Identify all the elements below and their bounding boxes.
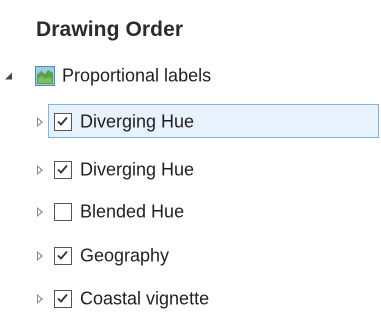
layer-row[interactable]: Geography — [0, 238, 381, 274]
layer-row[interactable]: Blended Hue — [0, 194, 381, 230]
expand-arrow-icon[interactable] — [37, 207, 43, 217]
map-name-label: Proportional labels — [62, 65, 212, 86]
layer-visibility-checkbox[interactable] — [54, 247, 72, 265]
layer-name-label: Geography — [80, 245, 170, 266]
layer-name-label: Coastal vignette — [80, 288, 210, 309]
layer-visibility-checkbox[interactable] — [54, 203, 72, 221]
expand-arrow-icon[interactable] — [37, 117, 43, 127]
expand-arrow-icon[interactable] — [37, 165, 43, 175]
map-row[interactable]: Proportional labels — [0, 58, 381, 94]
collapse-arrow-icon[interactable] — [5, 72, 12, 80]
expand-arrow-icon[interactable] — [37, 251, 43, 261]
layer-visibility-checkbox[interactable] — [54, 161, 72, 179]
layer-name-label: Diverging Hue — [80, 159, 195, 180]
layer-visibility-checkbox[interactable] — [54, 113, 72, 131]
layer-row[interactable]: Diverging Hue — [0, 152, 381, 188]
layer-row[interactable]: Diverging Hue — [0, 104, 381, 140]
layer-name-label: Diverging Hue — [80, 111, 195, 132]
contents-pane: Drawing Order Proportional labels Diverg… — [0, 0, 381, 326]
layer-row[interactable]: Coastal vignette — [0, 281, 381, 317]
layer-visibility-checkbox[interactable] — [54, 290, 72, 308]
drawing-order-heading: Drawing Order — [36, 18, 184, 41]
expand-arrow-icon[interactable] — [37, 294, 43, 304]
map-icon — [35, 66, 55, 86]
layer-name-label: Blended Hue — [80, 201, 185, 222]
